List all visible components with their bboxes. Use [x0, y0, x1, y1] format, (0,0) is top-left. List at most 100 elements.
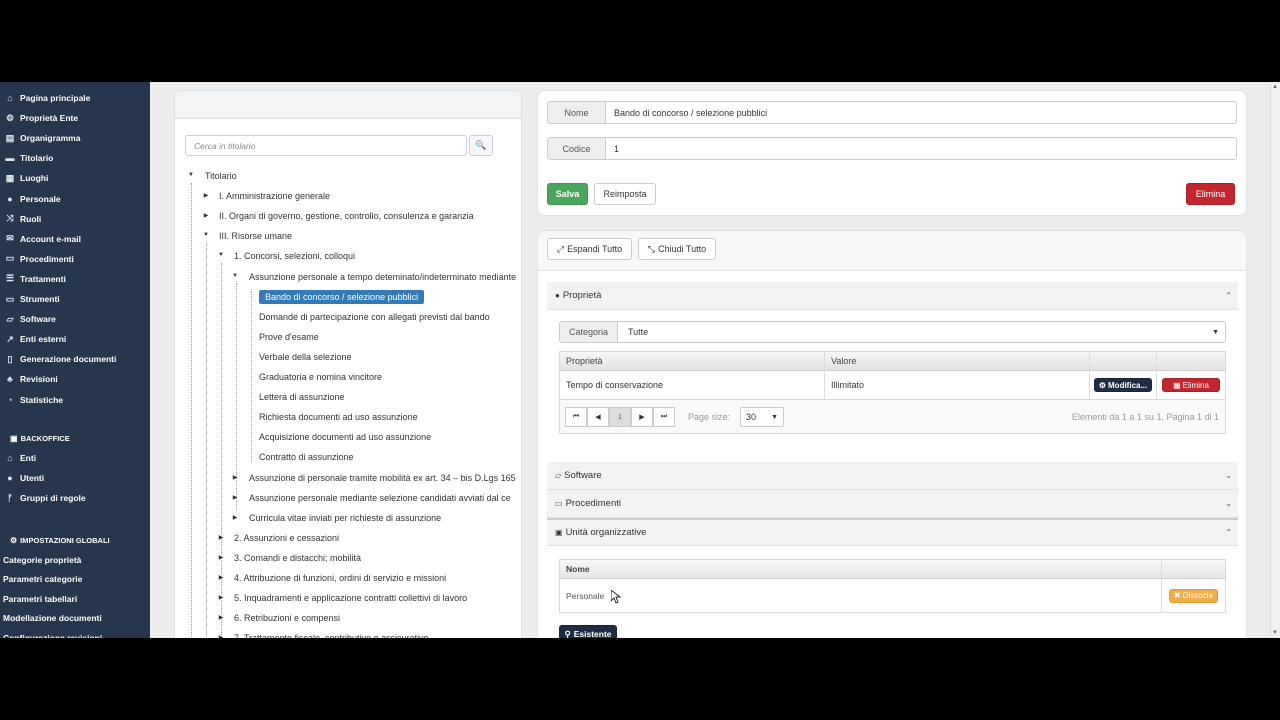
name-input[interactable]: Bando di concorso / selezione pubblici	[606, 102, 1236, 123]
tree-search-input[interactable]: Cerca in titolario	[185, 135, 467, 156]
caret-down-icon[interactable]: ▼	[202, 232, 210, 238]
row-valore: Illimitato	[825, 371, 1090, 399]
tree-node[interactable]: Assunzione di personale tramite mobilità…	[249, 469, 516, 487]
code-input[interactable]: 1	[606, 138, 1236, 159]
name-field-group: Nome Bando di concorso / selezione pubbl…	[547, 101, 1237, 124]
caret-down-icon: ▼	[1212, 328, 1219, 336]
pager-prev-button[interactable]: ◀	[587, 407, 609, 427]
category-select[interactable]: Tutte ▼	[618, 322, 1225, 342]
collapse-all-button[interactable]: ⤡ Chiudi Tutto	[638, 238, 716, 260]
sidebar-item[interactable]: ◔ Statistiche	[4, 392, 63, 408]
sidebar-item[interactable]: ⤨ Ruoli	[4, 211, 41, 227]
tree-node[interactable]: I. Amministrazione generale	[219, 187, 330, 205]
tree-node[interactable]: 2. Assunzioni e cessazioni	[234, 529, 339, 547]
tree-node[interactable]: 4. Attribuzione di funzioni, ordini di s…	[234, 569, 446, 587]
tree-node[interactable]: 5. Inquadramenti e applicazione contratt…	[234, 589, 467, 607]
tree-node[interactable]: Acquisizione documenti ad uso assunzione	[259, 428, 431, 446]
sidebar-item-label: Gruppi di regole	[20, 493, 86, 504]
sidebar-item[interactable]: ▬ Titolario	[4, 150, 54, 166]
tree-node-label: Titolario	[205, 171, 237, 181]
sidebar-item[interactable]: ▭ Procedimenti	[4, 251, 74, 267]
sidebar-item[interactable]: ⌂ Enti	[4, 450, 36, 466]
tree-node[interactable]: 1. Concorsi, selezioni, colloqui	[234, 247, 355, 265]
sidebar-item[interactable]: ▦ Luoghi	[4, 170, 49, 186]
scroll-up-icon[interactable]: ▲	[1272, 84, 1278, 90]
sidebar-item[interactable]: Parametri categorie	[3, 574, 82, 584]
tree-node[interactable]: Verbale della selezione	[259, 348, 352, 366]
sidebar-item[interactable]: ▭ Strumenti	[4, 291, 60, 307]
sidebar-item-label: Proprietà Ente	[20, 113, 79, 124]
edit-property-button[interactable]: ⚙ Modifica...	[1093, 378, 1153, 392]
col-header-valore[interactable]: Valore	[825, 352, 1090, 370]
page-size-select[interactable]: 30 ▼	[740, 407, 784, 427]
tree-search-button[interactable]: 🔍	[469, 135, 493, 156]
sidebar-item[interactable]: Configurazione revisioni	[3, 633, 102, 638]
sidebar-item[interactable]: ♣ Revisioni	[4, 371, 58, 387]
sidebar-item[interactable]: ⚙ Proprietà Ente	[4, 110, 78, 126]
backoffice-heading: ▣ BACKOFFICE	[10, 434, 70, 443]
pager-next-button[interactable]: ▶	[631, 407, 653, 427]
sidebar-item-label: Pagina principale	[20, 93, 91, 103]
sidebar-item[interactable]: ⌂ Pagina principale	[4, 90, 90, 106]
sidebar-item[interactable]: Modellazione documenti	[3, 613, 102, 623]
tree-node[interactable]: Prove d'esame	[259, 328, 319, 346]
tree-node[interactable]: II. Organi di governo, gestione, control…	[219, 207, 474, 225]
caret-right-icon[interactable]: ▶	[231, 474, 239, 481]
sidebar-item[interactable]: ✉ Account e-mail	[4, 231, 81, 247]
pager-last-button[interactable]: ⏭	[653, 407, 675, 427]
tree-node[interactable]: Lettera di assunzione	[259, 388, 345, 406]
delete-property-button[interactable]: ▦ Elimina	[1162, 378, 1220, 392]
pager-first-button[interactable]: ⏮	[565, 407, 587, 427]
sidebar-item[interactable]: ↗ Enti esterni	[4, 331, 66, 347]
caret-right-icon[interactable]: ▶	[202, 212, 210, 219]
pager-page-button[interactable]: 1	[609, 407, 631, 427]
properties-grid: Proprietà Valore Tempo di conservazione …	[559, 351, 1226, 400]
sidebar-item[interactable]: ☰ Trattamenti	[4, 271, 66, 287]
tree-node[interactable]: Titolario	[205, 167, 237, 185]
accordion-software[interactable]: ▱ Software ⌄	[547, 462, 1238, 490]
col-header-nome[interactable]: Nome	[560, 560, 1162, 578]
tree-node[interactable]: 7. Trattamento fiscale, contributivo e a…	[234, 629, 429, 638]
accordion-proprieta[interactable]: ● Proprietà ⌃	[547, 282, 1238, 310]
delete-button[interactable]: Elimina	[1186, 183, 1235, 205]
sidebar-item[interactable]: ᚠ Gruppi di regole	[4, 490, 86, 506]
sidebar-item[interactable]: ▯ Generazione documenti	[4, 351, 117, 367]
dissocia-button[interactable]: ✖ Dissocia	[1169, 588, 1218, 603]
tree-node[interactable]: Contratto di assunzione	[259, 448, 354, 466]
sidebar-item[interactable]: Parametri tabellari	[3, 594, 77, 604]
save-button[interactable]: Salva	[547, 183, 588, 205]
tree-node[interactable]: 6. Retribuzioni e compensi	[234, 609, 340, 627]
sidebar-item[interactable]: ▤ Organigramma	[4, 130, 81, 146]
tree-node-label: I. Amministrazione generale	[219, 191, 331, 202]
tree-node[interactable]: III. Risorse umane	[219, 227, 292, 245]
folder-icon: ▬	[5, 153, 15, 164]
accordion-unita[interactable]: ▣ Unità organizzative ⌃	[547, 518, 1238, 546]
accordion-procedimenti[interactable]: ▭ Procedimenti ⌄	[547, 490, 1238, 518]
reset-button[interactable]: Reimposta	[594, 183, 656, 205]
tree-node[interactable]: Graduatoria e nomina vincitore	[259, 368, 382, 386]
tree-node[interactable]: 3. Comandi e distacchi; mobilità	[234, 549, 361, 567]
sidebar-item[interactable]: Categorie proprietà	[3, 555, 81, 565]
tree-node[interactable]: Assunzione personale mediante selezione …	[249, 489, 511, 507]
col-header-proprieta[interactable]: Proprietà	[560, 352, 825, 370]
tree-node-label: 7. Trattamento fiscale, contributivo e a…	[234, 633, 429, 638]
tree-node[interactable]: Assunzione personale a tempo deteminato/…	[249, 268, 516, 286]
caret-down-icon[interactable]: ▼	[231, 273, 239, 279]
existing-button[interactable]: ⚲ Esistente	[559, 625, 617, 638]
sidebar-item[interactable]: ● Personale	[4, 191, 60, 207]
sidebar-item[interactable]: ▱ Software	[4, 311, 56, 327]
caret-down-icon[interactable]: ▼	[217, 252, 225, 258]
caret-down-icon[interactable]: ▼	[187, 172, 195, 178]
caret-right-icon[interactable]: ▶	[202, 192, 210, 199]
sidebar-item[interactable]: ● Utenti	[4, 470, 44, 486]
expand-all-button[interactable]: ⤢ Espandi Tutto	[547, 238, 632, 260]
caret-right-icon[interactable]: ▶	[231, 494, 239, 501]
scroll-down-icon[interactable]: ▼	[1272, 630, 1278, 636]
tree-node[interactable]: Curricula vitae inviati per richieste di…	[249, 509, 441, 527]
caret-right-icon[interactable]: ▶	[231, 514, 239, 521]
tree-node[interactable]: Richiesta documenti ad uso assunzione	[259, 408, 418, 426]
page-scrollbar[interactable]: ▲ ▼	[1270, 82, 1280, 638]
tree-node-selected[interactable]: Bando di concorso / selezione pubblici	[259, 288, 425, 306]
tree-node[interactable]: Domande di partecipazione con allegati p…	[259, 308, 490, 326]
sidebar-item-label: Enti	[20, 453, 37, 463]
